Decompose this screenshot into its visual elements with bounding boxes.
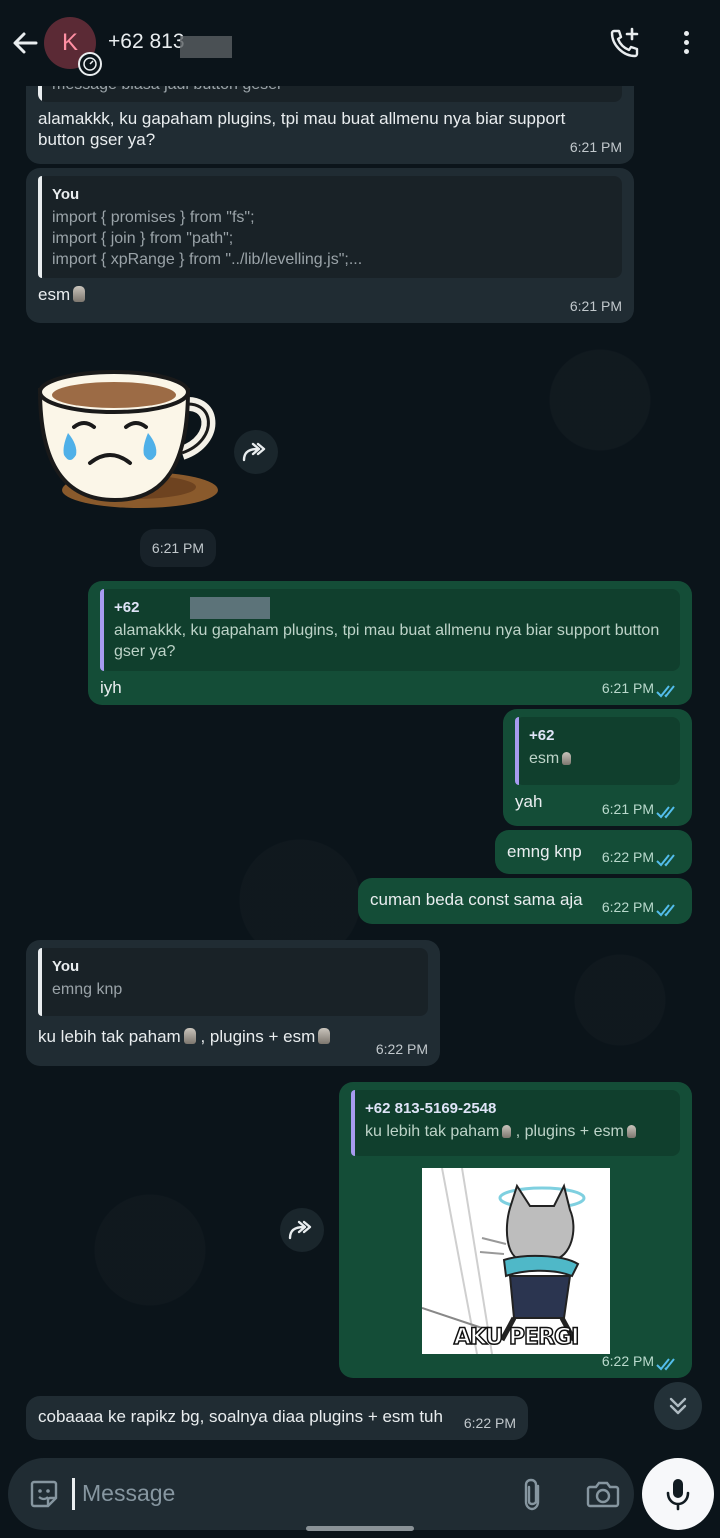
message-text: emng knp	[507, 842, 582, 861]
double-chevron-down-icon	[669, 1397, 687, 1415]
message-outgoing[interactable]: emng knp 6:22 PM	[495, 830, 692, 874]
contact-title[interactable]: +62 813	[108, 30, 185, 54]
redaction-block	[180, 36, 232, 58]
message-text: esm	[38, 284, 622, 305]
chat-header: K +62 813	[0, 0, 720, 86]
message-time: 6:22 PM	[463, 1415, 516, 1431]
moai-emoji-icon	[502, 1125, 512, 1138]
message-time: 6:22 PM	[601, 1353, 654, 1369]
message-incoming[interactable]: cobaaaa ke rapikz bg, soalnya diaa plugi…	[26, 1396, 528, 1440]
quoted-text: esm	[529, 748, 670, 769]
camera-icon[interactable]	[586, 1478, 620, 1510]
read-ticks-icon	[656, 854, 675, 867]
disappearing-timer-icon	[78, 52, 102, 76]
home-indicator	[306, 1526, 414, 1531]
crying-cup-sticker[interactable]	[30, 365, 220, 520]
quoted-message[interactable]: +62 813-5169-2548 ku lebih tak paham , p…	[351, 1090, 680, 1156]
quoted-message[interactable]: You import { promises } from "fs"; impor…	[38, 176, 622, 278]
quoted-author: You	[52, 958, 80, 975]
quoted-author: You	[52, 186, 80, 203]
moai-emoji-icon	[318, 1028, 331, 1044]
message-input[interactable]: Message	[82, 1480, 175, 1507]
avatar-letter: K	[61, 29, 78, 56]
message-text: iyh	[100, 678, 122, 697]
moai-emoji-icon	[626, 1125, 636, 1138]
aku-pergi-sticker[interactable]: AKU PERGI	[422, 1168, 610, 1354]
message-text: cobaaaa ke rapikz bg, soalnya diaa plugi…	[38, 1407, 443, 1426]
back-arrow-icon[interactable]	[10, 28, 40, 58]
message-incoming[interactable]: You import { promises } from "fs"; impor…	[26, 168, 634, 323]
sticker-caption: AKU PERGI	[453, 1324, 580, 1351]
microphone-button[interactable]	[642, 1458, 714, 1530]
message-outgoing[interactable]: +62 esm yah 6:21 PM	[503, 709, 692, 826]
message-time: 6:21 PM	[569, 139, 622, 155]
paperclip-icon[interactable]	[518, 1476, 548, 1512]
message-text: alamakkk, ku gapaham plugins, tpi mau bu…	[38, 109, 566, 149]
redaction-block	[190, 597, 270, 619]
sticker-time: 6:21 PM	[140, 529, 216, 567]
moai-emoji-icon	[562, 752, 572, 765]
read-ticks-icon	[656, 904, 675, 917]
message-incoming[interactable]: You emng knp ku lebih tak paham , plugin…	[26, 940, 440, 1066]
microphone-icon	[666, 1479, 690, 1511]
quoted-text: emng knp	[52, 981, 123, 998]
phone-plus-icon[interactable]	[608, 26, 642, 60]
moai-emoji-icon	[183, 1028, 196, 1044]
read-ticks-icon	[656, 685, 675, 698]
forward-icon[interactable]	[280, 1208, 324, 1252]
message-time: 6:21 PM	[569, 298, 622, 314]
message-text-part: , plugins + esm	[200, 1027, 316, 1046]
read-ticks-icon	[656, 1358, 675, 1371]
quoted-author: +62 813-5169-2548	[365, 1100, 497, 1117]
quoted-text: import { promises } from "fs"; import { …	[52, 209, 363, 268]
message-composer: Message	[8, 1458, 634, 1530]
quoted-author: +62	[529, 727, 555, 744]
read-ticks-icon	[656, 806, 675, 819]
message-text-part: ku lebih tak paham	[38, 1027, 181, 1046]
message-text-content: esm	[38, 285, 71, 304]
message-outgoing[interactable]: +62 alamakkk, ku gapaham plugins, tpi ma…	[88, 581, 692, 705]
message-text: ku lebih tak paham , plugins + esm	[38, 1026, 428, 1047]
quoted-text-part: , plugins + esm	[515, 1123, 624, 1140]
quoted-message[interactable]: +62 alamakkk, ku gapaham plugins, tpi ma…	[100, 589, 680, 671]
moai-emoji-icon	[73, 286, 86, 302]
more-vert-icon[interactable]	[676, 28, 696, 58]
message-outgoing[interactable]: cuman beda const sama aja 6:22 PM	[358, 878, 692, 924]
scroll-to-bottom-button[interactable]	[654, 1382, 702, 1430]
message-time: 6:21 PM	[601, 801, 654, 817]
sticker-emoji-icon[interactable]	[28, 1478, 60, 1510]
quoted-text-part: ku lebih tak paham	[365, 1123, 500, 1140]
quoted-message[interactable]: +62 esm	[515, 717, 680, 785]
quoted-text-content: esm	[529, 750, 560, 767]
message-time: 6:22 PM	[375, 1041, 428, 1057]
forward-icon[interactable]	[234, 430, 278, 474]
text-cursor	[72, 1478, 75, 1510]
quoted-message[interactable]: You emng knp	[38, 948, 428, 1016]
message-time: 6:22 PM	[601, 899, 654, 915]
message-time: 6:22 PM	[601, 849, 654, 865]
quoted-text: ku lebih tak paham , plugins + esm	[365, 1121, 670, 1142]
quoted-text: alamakkk, ku gapaham plugins, tpi mau bu…	[114, 622, 660, 660]
message-time: 6:21 PM	[601, 680, 654, 696]
